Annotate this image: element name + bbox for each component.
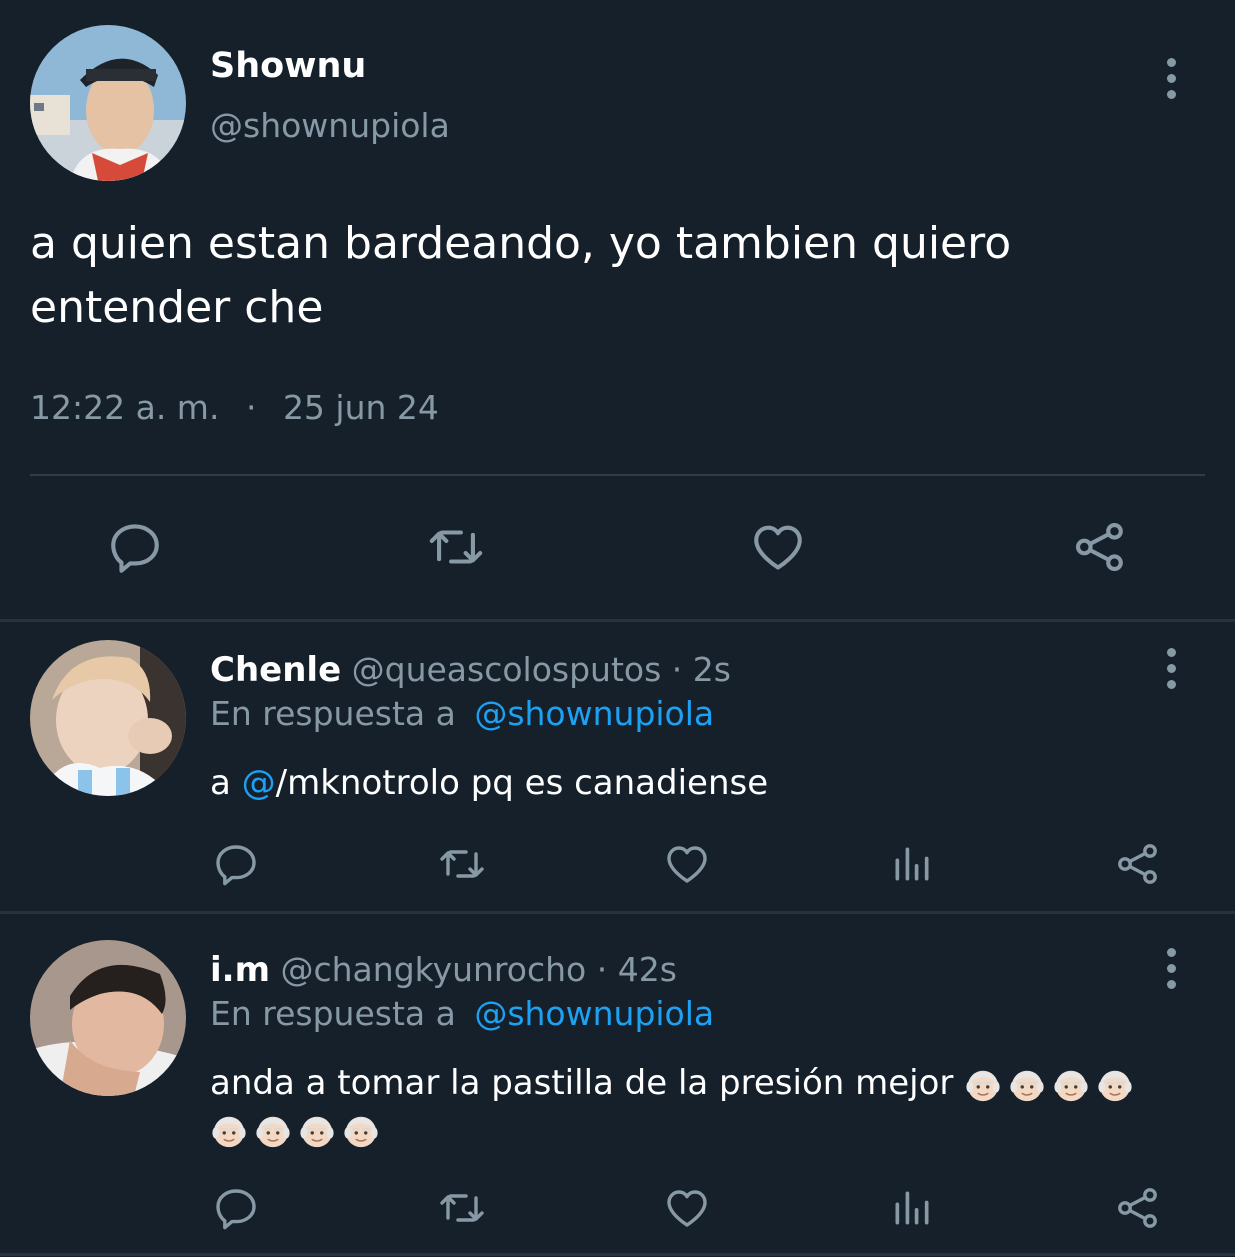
handle[interactable]: @shownupiola <box>210 104 450 148</box>
older-man-emoji <box>344 1116 378 1147</box>
analytics-icon[interactable] <box>888 838 936 890</box>
tweet-text: a quien estan bardeando, yo tambien quie… <box>30 218 1012 333</box>
like-icon[interactable] <box>660 838 714 890</box>
like-icon[interactable] <box>660 1182 714 1234</box>
tweet-date: 25 jun 24 <box>282 388 439 427</box>
reply-icon[interactable] <box>100 515 170 579</box>
avatar[interactable] <box>30 25 186 181</box>
divider <box>30 474 1205 476</box>
reply-icon[interactable] <box>210 838 262 890</box>
retweet-icon[interactable] <box>434 1182 490 1234</box>
older-man-emoji <box>1098 1070 1132 1101</box>
more-options-icon[interactable] <box>1165 648 1177 689</box>
mention-link[interactable]: @shownupiola <box>474 694 714 733</box>
display-name[interactable]: i.m <box>210 950 270 990</box>
older-man-emoji <box>212 1116 246 1147</box>
mention-link[interactable]: @shownupiola <box>474 994 714 1033</box>
older-man-emoji <box>300 1116 334 1147</box>
more-options-icon[interactable] <box>1165 58 1177 99</box>
meta-separator: · <box>245 388 257 427</box>
mention-link[interactable]: @ <box>242 763 276 803</box>
reply-icon[interactable] <box>210 1182 262 1234</box>
older-man-emoji <box>966 1070 1000 1101</box>
analytics-icon[interactable] <box>888 1182 936 1234</box>
like-icon[interactable] <box>745 515 811 579</box>
reply-text: a @/mknotrolo pq es canadiense <box>210 760 768 806</box>
section-divider <box>0 1253 1235 1256</box>
reply-prefix: En respuesta a <box>210 694 456 733</box>
reply-text: anda a tomar la pastilla de la presión m… <box>210 1060 1170 1152</box>
share-icon[interactable] <box>1112 838 1164 890</box>
section-divider <box>0 911 1235 914</box>
reply-header: Chenle @queascolosputos · 2s <box>210 648 731 692</box>
reply-body: anda a tomar la pastilla de la presión m… <box>210 1063 954 1103</box>
text-rest: /mknotrolo pq es canadiense <box>275 763 769 803</box>
reply-prefix: En respuesta a <box>210 994 456 1033</box>
retweet-icon[interactable] <box>434 838 490 890</box>
older-man-emoji <box>1054 1070 1088 1101</box>
reply-header: i.m @changkyunrocho · 42s <box>210 948 677 992</box>
handle[interactable]: @changkyunrocho <box>281 950 587 989</box>
avatar[interactable] <box>30 940 186 1096</box>
timestamp[interactable]: · 2s <box>672 650 731 689</box>
tweet-meta: 12:22 a. m. · 25 jun 24 <box>30 386 439 430</box>
older-man-emoji <box>256 1116 290 1147</box>
retweet-icon[interactable] <box>420 515 492 579</box>
avatar[interactable] <box>30 640 186 796</box>
section-divider <box>0 619 1235 622</box>
handle[interactable]: @queascolosputos <box>352 650 662 689</box>
older-man-emoji <box>1010 1070 1044 1101</box>
display-name[interactable]: Chenle <box>210 650 341 690</box>
reply-context: En respuesta a @shownupiola <box>210 692 714 736</box>
reply-context: En respuesta a @shownupiola <box>210 992 714 1036</box>
timestamp[interactable]: · 42s <box>597 950 677 989</box>
share-icon[interactable] <box>1112 1182 1164 1234</box>
more-options-icon[interactable] <box>1165 948 1177 989</box>
text-prefix: a <box>210 763 242 803</box>
display-name[interactable]: Shownu <box>210 44 366 88</box>
share-icon[interactable] <box>1068 515 1132 579</box>
tweet-time: 12:22 a. m. <box>30 388 220 427</box>
